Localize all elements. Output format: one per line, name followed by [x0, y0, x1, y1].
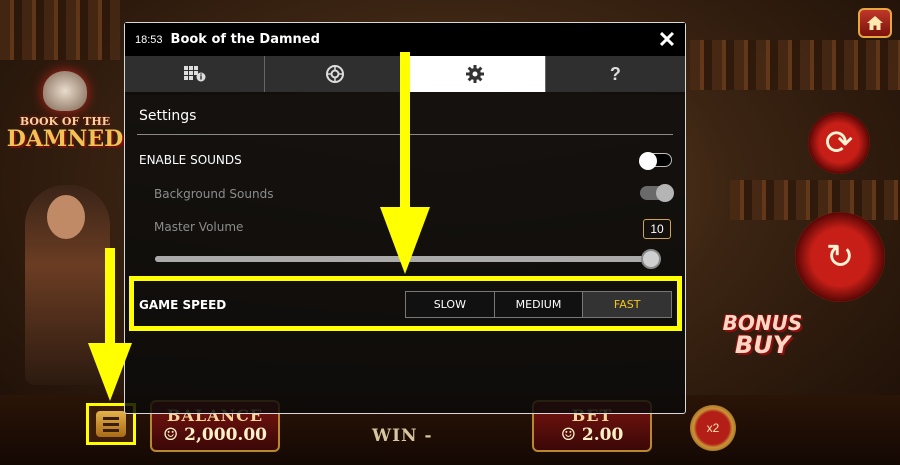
master-volume-value: 10	[643, 219, 671, 239]
autoplay-icon	[325, 65, 344, 83]
home-icon	[867, 16, 883, 30]
bonus-buy-line-1: BONUS	[722, 311, 803, 335]
clock: 18:53	[135, 33, 163, 46]
toggle-knob	[639, 152, 657, 170]
spin-button[interactable]: ↻	[795, 212, 885, 302]
close-button[interactable]: ✕	[653, 26, 681, 54]
game-speed-highlight	[129, 276, 682, 331]
hamburger-icon	[96, 411, 126, 437]
background-sounds-label: Background Sounds	[154, 187, 274, 201]
hero-face	[47, 195, 85, 239]
skull-icon	[43, 70, 87, 111]
background-sounds-toggle[interactable]	[640, 184, 674, 202]
logo-line-2: DAMNED	[6, 125, 124, 152]
spin-icon: ↻	[825, 238, 855, 276]
multiplier-button[interactable]: x2	[690, 405, 736, 451]
bonus-buy-button[interactable]: BONUS BUY	[705, 305, 820, 365]
settings-heading: Settings	[139, 108, 197, 124]
enable-sounds-toggle[interactable]	[639, 152, 672, 170]
bet-value: ☺ 2.00	[560, 425, 624, 445]
bookshelf-left	[0, 0, 120, 60]
bookshelf-right	[690, 40, 900, 90]
arrow-down-icon	[88, 248, 132, 401]
slider-thumb[interactable]	[641, 249, 661, 269]
tab-help[interactable]: ?	[545, 56, 685, 92]
balance-value: ☺ 2,000.00	[163, 425, 267, 445]
home-button[interactable]	[858, 8, 892, 38]
master-volume-label: Master Volume	[154, 220, 244, 234]
dialog-title: Book of the Damned	[170, 32, 320, 47]
autoplay-button[interactable]: ⟳	[808, 112, 870, 174]
tab-paytable[interactable]	[125, 56, 266, 92]
toggle-knob	[656, 184, 674, 202]
enable-sounds-label: ENABLE SOUNDS	[139, 153, 242, 167]
paytable-icon	[183, 66, 206, 82]
arrow-down-icon	[380, 52, 430, 274]
close-icon: ✕	[657, 27, 677, 52]
autoplay-icon: ⟳	[824, 124, 854, 162]
gear-icon	[466, 65, 485, 83]
help-icon: ?	[609, 63, 621, 84]
game-logo: BOOK OF THE DAMNED	[6, 60, 124, 160]
win-display: WIN -	[372, 426, 433, 446]
bonus-buy-line-2: BUY	[734, 331, 791, 359]
